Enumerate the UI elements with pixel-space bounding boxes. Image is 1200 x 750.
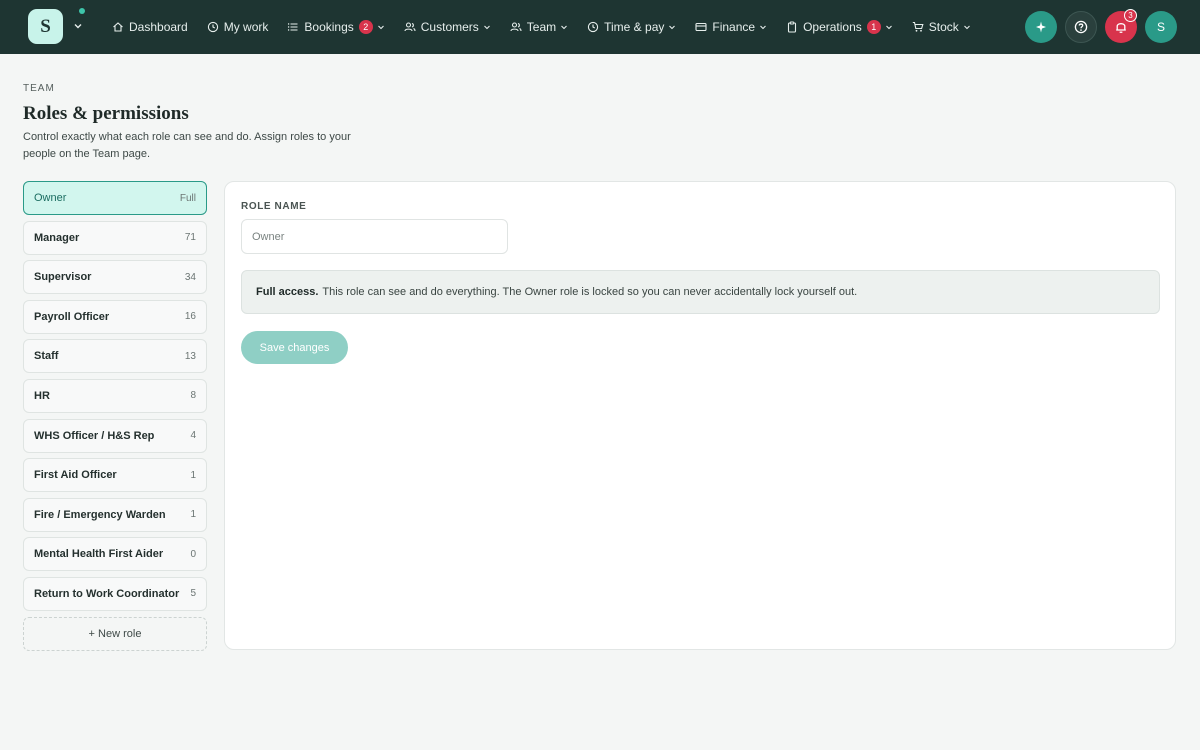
- role-name: Staff: [34, 350, 59, 363]
- nav-label: My work: [223, 20, 269, 34]
- role-list: Owner Full Manager 71 Supervisor 34 Payr…: [23, 181, 207, 651]
- ai-assistant-button[interactable]: [1025, 11, 1057, 43]
- full-access-notice: Full access. This role can see and do ev…: [241, 270, 1160, 314]
- status-dot: [79, 8, 85, 14]
- page-title: Roles & permissions: [23, 103, 189, 124]
- role-count: 1: [190, 509, 196, 521]
- nav-bookings[interactable]: Bookings 2: [287, 20, 384, 34]
- main-nav: Dashboard My work Bookings 2 Customers T…: [112, 0, 990, 54]
- brand-logo[interactable]: S: [28, 9, 63, 44]
- clock-icon: [207, 21, 218, 33]
- role-name: Fire / Emergency Warden: [34, 508, 166, 521]
- role-item-owner[interactable]: Owner Full: [23, 181, 207, 215]
- role-item-hr[interactable]: HR 8: [23, 378, 207, 413]
- nav-time-pay[interactable]: Time & pay: [587, 20, 676, 34]
- role-name-input[interactable]: [241, 219, 508, 254]
- chevron-down-icon: [483, 25, 490, 30]
- role-name: Return to Work Coordinator: [34, 587, 180, 600]
- role-count: 13: [184, 350, 196, 362]
- notice-title: Full access.: [256, 286, 319, 298]
- nav-my-work[interactable]: My work: [207, 20, 269, 34]
- nav-stock[interactable]: Stock: [912, 20, 971, 34]
- role-name: Manager: [34, 231, 80, 244]
- home-icon: [113, 22, 123, 32]
- brand-letter: S: [40, 15, 51, 37]
- notifications-count-badge: 3: [1124, 9, 1137, 22]
- users-icon: [404, 22, 416, 32]
- help-button[interactable]: [1065, 11, 1097, 43]
- role-count: 5: [190, 588, 196, 600]
- nav-operations[interactable]: Operations 1: [786, 20, 893, 34]
- role-count: 34: [184, 271, 196, 283]
- chevron-down-icon: [669, 25, 676, 30]
- nav-label: Stock: [928, 20, 959, 34]
- role-item-manager[interactable]: Manager 71: [23, 220, 207, 255]
- role-name: Owner: [34, 192, 67, 204]
- role-item-payroll-officer[interactable]: Payroll Officer 16: [23, 299, 207, 334]
- role-count: 71: [184, 232, 196, 244]
- role-item-first-aid-officer[interactable]: First Aid Officer 1: [23, 458, 207, 493]
- bell-icon: [1116, 23, 1126, 34]
- nav-finance[interactable]: Finance: [695, 20, 767, 34]
- nav-dashboard[interactable]: Dashboard: [112, 20, 188, 34]
- top-navigation-bar: S Dashboard My work Bookings 2 Customers…: [0, 0, 1200, 54]
- workspace-chevron-down-icon[interactable]: [72, 20, 84, 32]
- role-count: 8: [190, 390, 196, 402]
- chevron-down-icon: [377, 25, 384, 30]
- sparkle-icon: [1036, 21, 1046, 33]
- role-name: First Aid Officer: [34, 469, 117, 482]
- operations-badge: 1: [866, 20, 881, 34]
- nav-team[interactable]: Team: [510, 20, 568, 34]
- role-item-staff[interactable]: Staff 13: [23, 339, 207, 374]
- list-icon: [288, 23, 298, 31]
- nav-label: Team: [526, 20, 557, 34]
- user-avatar[interactable]: S: [1145, 11, 1177, 43]
- role-count: 16: [184, 311, 196, 323]
- role-name: WHS Officer / H&S Rep: [34, 429, 155, 442]
- chevron-down-icon: [760, 25, 766, 30]
- role-count: 1: [190, 469, 196, 481]
- nav-label: Finance: [712, 20, 756, 34]
- role-editor-panel: ROLE NAME Full access. This role can see…: [224, 181, 1176, 650]
- nav-label: Customers: [420, 20, 479, 34]
- role-item-supervisor[interactable]: Supervisor 34: [23, 260, 207, 295]
- role-name-label: ROLE NAME: [241, 201, 307, 212]
- role-count: Full: [179, 192, 196, 204]
- help-icon: [1074, 20, 1088, 34]
- role-item-return-to-work-coordinator[interactable]: Return to Work Coordinator 5: [23, 576, 207, 611]
- role-name: Supervisor: [34, 271, 92, 284]
- role-count: 0: [190, 548, 196, 560]
- role-item-fire-warden[interactable]: Fire / Emergency Warden 1: [23, 497, 207, 532]
- nav-label: Time & pay: [604, 20, 665, 34]
- role-item-mental-health-first-aider[interactable]: Mental Health First Aider 0: [23, 537, 207, 572]
- chevron-down-icon: [885, 25, 892, 30]
- chevron-down-icon: [963, 25, 970, 30]
- page-subtitle: Control exactly what each role can see a…: [23, 131, 351, 160]
- nav-customers[interactable]: Customers: [404, 20, 491, 34]
- nav-label: Operations: [803, 20, 862, 34]
- notice-text: This role can see and do everything. The…: [322, 286, 858, 298]
- cart-icon: [912, 21, 924, 32]
- save-changes-button[interactable]: Save changes: [241, 331, 348, 364]
- chevron-down-icon: [561, 25, 568, 30]
- nav-label: Dashboard: [129, 20, 188, 34]
- role-name: Mental Health First Aider: [34, 548, 164, 561]
- role-name: Payroll Officer: [34, 310, 110, 323]
- bookings-badge: 2: [358, 20, 373, 34]
- role-name: HR: [34, 389, 50, 402]
- nav-label: Bookings: [304, 20, 354, 34]
- role-count: 4: [190, 430, 196, 442]
- breadcrumb: TEAM: [23, 83, 55, 94]
- card-icon: [695, 22, 707, 32]
- team-icon: [510, 22, 522, 32]
- role-item-whs-officer[interactable]: WHS Officer / H&S Rep 4: [23, 418, 207, 453]
- clipboard-icon: [788, 21, 797, 33]
- clock-icon: [587, 21, 599, 33]
- new-role-button[interactable]: + New role: [23, 616, 207, 651]
